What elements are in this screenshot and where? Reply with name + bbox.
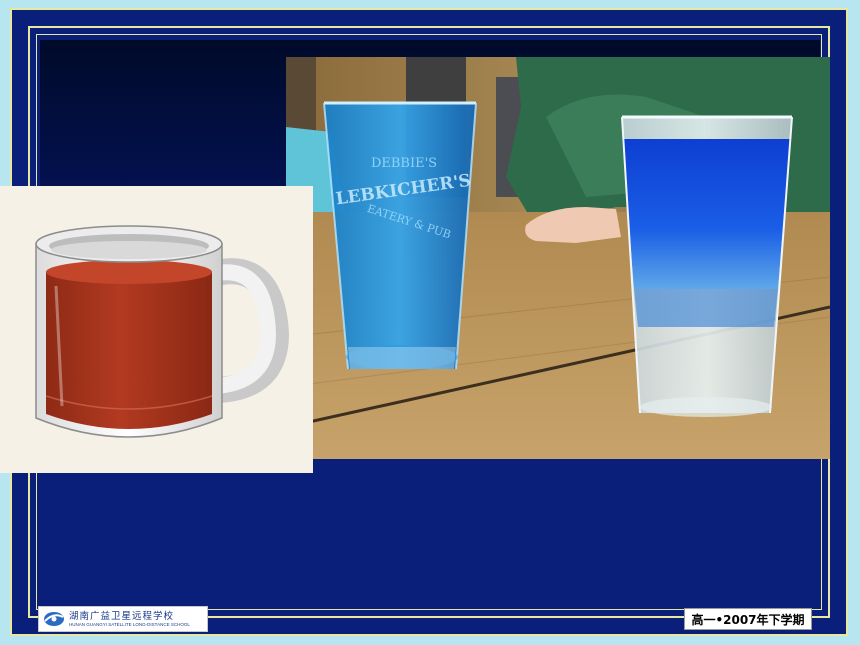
slide: DEBBIE'S LEBKICHER'S EATERY & PUB 湖南广益卫星… (0, 0, 860, 645)
school-name: 湖南广益卫星远程学校 (69, 610, 175, 622)
glass-print-top: DEBBIE'S (371, 156, 437, 171)
school-logo: 湖南广益卫星远程学校 HUNAN GUANGYI SATELLITE LONG-… (38, 606, 208, 632)
satellite-logo-icon (44, 612, 64, 626)
mug-illustration (0, 186, 313, 473)
term-label: 高一•2007年下学期 (684, 608, 812, 630)
glasses-photo: DEBBIE'S LEBKICHER'S EATERY & PUB (286, 57, 830, 459)
school-name-en: HUNAN GUANGYI SATELLITE LONG-DISTANCE SC… (69, 621, 190, 627)
